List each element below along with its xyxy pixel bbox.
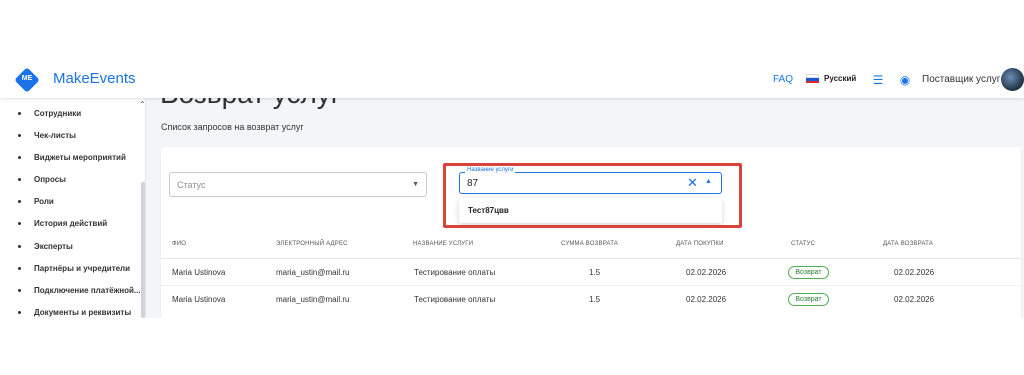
cell-amount: 1.5: [589, 295, 601, 304]
russia-flag-icon: [806, 74, 819, 83]
language-label: Русский: [824, 74, 857, 83]
sidebar-item-action-history[interactable]: История действий: [18, 219, 107, 228]
bullet-icon: [18, 222, 21, 225]
column-header-amount[interactable]: СУММА ВОЗВРАТА: [561, 241, 618, 247]
cell-refund-date: 02.02.2026: [894, 295, 935, 304]
checklist-icon[interactable]: ☰: [870, 72, 886, 88]
cell-name: Maria Ustinova: [172, 295, 226, 304]
cell-purchase-date: 02.02.2026: [686, 295, 727, 304]
brand-name[interactable]: MakeEvents: [53, 70, 136, 87]
sidebar-item-label: Опросы: [34, 175, 67, 184]
sidebar-item-label: Документы и реквизиты: [34, 308, 132, 317]
sidebar-item-checklists[interactable]: Чек-листы: [18, 131, 76, 140]
bullet-icon: [18, 134, 21, 137]
cell-service: Тестирование оплаты: [414, 268, 496, 277]
page-subtitle: Список запросов на возврат услуг: [161, 122, 304, 132]
sidebar: ⌃ Сотрудники Чек-листы Виджеты мероприят…: [0, 98, 146, 318]
faq-link[interactable]: FAQ: [773, 74, 793, 85]
sidebar-item-label: Роли: [34, 197, 54, 206]
column-header-refund-date[interactable]: ДАТА ВОЗВРАТА: [883, 241, 933, 247]
column-header-name[interactable]: ФИО: [172, 241, 186, 247]
sidebar-item-experts[interactable]: Эксперты: [18, 242, 73, 251]
sidebar-item-label: Подключение платёжной...: [34, 286, 141, 295]
sidebar-item-event-widgets[interactable]: Виджеты мероприятий: [18, 153, 126, 162]
avatar[interactable]: [1001, 68, 1024, 91]
header-divider: [161, 258, 1021, 259]
column-header-service[interactable]: НАЗВАНИЕ УСЛУГИ: [413, 241, 473, 247]
bullet-icon: [18, 112, 21, 115]
cell-refund-date: 02.02.2026: [894, 268, 935, 277]
language-selector[interactable]: Русский: [806, 74, 856, 83]
sidebar-item-partners[interactable]: Партнёры и учредители: [18, 264, 130, 273]
app-frame: Возврат услуг Список запросов на возврат…: [0, 62, 1024, 318]
bullet-icon: [18, 267, 21, 270]
sidebar-item-label: Эксперты: [34, 242, 73, 251]
cell-service: Тестирование оплаты: [414, 295, 496, 304]
sidebar-item-label: Сотрудники: [34, 109, 82, 118]
bullet-icon: [18, 178, 21, 181]
column-header-status[interactable]: СТАТУС: [791, 241, 815, 247]
sidebar-item-label: Виджеты мероприятий: [34, 153, 126, 162]
logo[interactable]: ME: [14, 67, 40, 93]
bullet-icon: [18, 156, 21, 159]
chevron-up-icon[interactable]: ⌃: [139, 100, 145, 109]
highlight-box: [443, 163, 742, 228]
sidebar-item-payment-connection[interactable]: Подключение платёжной...: [18, 286, 141, 295]
bullet-icon: [18, 311, 21, 314]
chevron-down-icon: ▼: [412, 181, 419, 188]
column-header-email[interactable]: ЭЛЕКТРОННЫЙ АДРЕС: [276, 241, 348, 247]
status-badge: Возврат: [788, 266, 829, 279]
role-label[interactable]: Поставщик услуг: [922, 74, 1000, 85]
cell-email: maria_ustin@mail.ru: [276, 268, 350, 277]
sidebar-item-label: Чек-листы: [34, 131, 76, 140]
flag-stripe-red: [806, 80, 819, 83]
bullet-icon: [18, 289, 21, 292]
cell-purchase-date: 02.02.2026: [686, 268, 727, 277]
sidebar-item-employees[interactable]: Сотрудники: [18, 109, 81, 118]
sidebar-item-label: Партнёры и учредители: [34, 264, 131, 273]
logo-text: ME: [21, 75, 33, 82]
sidebar-item-roles[interactable]: Роли: [18, 197, 54, 206]
sidebar-item-documents[interactable]: Документы и реквизиты: [18, 308, 131, 317]
top-bar: ME MakeEvents FAQ Русский ☰ ◉ Поставщик …: [0, 62, 1024, 98]
bullet-icon: [18, 245, 21, 248]
eye-icon[interactable]: ◉: [897, 72, 913, 88]
cell-amount: 1.5: [589, 268, 601, 277]
sidebar-item-surveys[interactable]: Опросы: [18, 175, 66, 184]
status-badge: Возврат: [788, 293, 829, 306]
cell-name: Maria Ustinova: [172, 268, 226, 277]
status-filter-select[interactable]: Статус ▼: [169, 172, 427, 197]
sidebar-scrollbar[interactable]: [141, 182, 145, 318]
column-header-purchase-date[interactable]: ДАТА ПОКУПКИ: [676, 241, 724, 247]
cell-email: maria_ustin@mail.ru: [276, 295, 350, 304]
bullet-icon: [18, 200, 21, 203]
sidebar-item-label: История действий: [34, 219, 108, 228]
status-placeholder: Статус: [177, 180, 206, 190]
row-divider: [161, 285, 1021, 286]
